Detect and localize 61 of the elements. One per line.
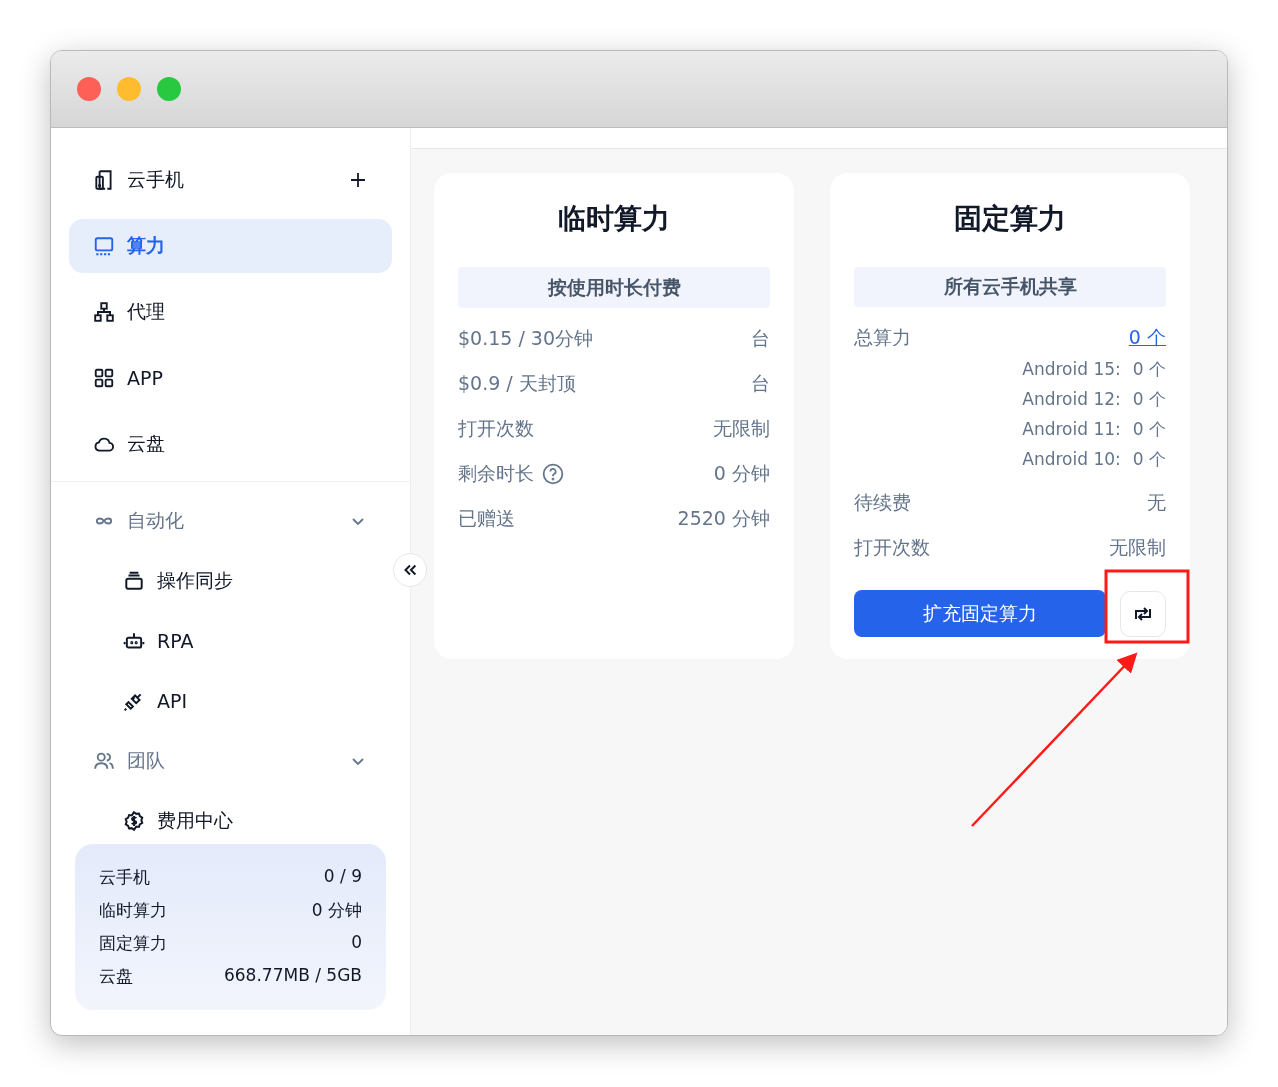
row-value: 0 分钟 (713, 460, 770, 486)
sidebar-item[interactable]: 算力 (69, 219, 392, 273)
count-link[interactable]: 0 个 (1128, 324, 1166, 351)
robot-icon (123, 630, 145, 652)
network-icon (93, 301, 115, 323)
dollar-badge-icon (123, 810, 145, 832)
card-banner: 按使用时长付费 (458, 267, 770, 308)
version-count: 0 个 (1132, 447, 1166, 471)
usage-value: 0 (351, 932, 362, 954)
row-value: 无限制 (713, 415, 770, 441)
sidebar-item[interactable]: 操作同步 (69, 554, 392, 608)
row-value: 台 (751, 325, 770, 351)
row-label: 待续费 (854, 489, 911, 515)
usage-label: 云手机 (99, 866, 150, 889)
help-icon[interactable] (542, 462, 564, 485)
version-count: 0 个 (1132, 357, 1166, 381)
row-label: $0.15 / 30分钟 (458, 325, 594, 351)
users-icon (93, 750, 115, 772)
row-value: 2520 分钟 (677, 505, 770, 531)
add-icon[interactable] (348, 170, 368, 190)
card-title: 固定算力 (953, 201, 1067, 237)
version-count: 0 个 (1132, 387, 1166, 411)
row-label: 打开次数 (458, 415, 534, 441)
sidebar-group[interactable]: 自动化 (69, 494, 392, 548)
usage-value: 668.77MB / 5GB (224, 965, 362, 987)
card-banner: 所有云手机共享 (854, 267, 1166, 307)
row-label: 已赠送 (458, 505, 515, 531)
usage-label: 云盘 (99, 965, 133, 988)
row-value: 无 (1147, 489, 1166, 515)
usage-value: 0 / 9 (323, 866, 362, 888)
row-label: $0.9 / 天封顶 (458, 370, 576, 396)
layers-icon (123, 570, 145, 592)
usage-label: 固定算力 (99, 932, 167, 955)
sidebar-item[interactable]: RPA (69, 614, 392, 668)
row-label: 打开次数 (854, 534, 930, 560)
version-label: Android 11: (1022, 419, 1121, 439)
expand-button[interactable]: 扩充固定算力 (854, 590, 1106, 637)
refresh-button[interactable] (1120, 590, 1166, 637)
sidebar-item[interactable]: 云盘 (69, 417, 392, 471)
sidebar-group[interactable]: 团队 (69, 734, 392, 788)
version-count: 0 个 (1132, 417, 1166, 441)
grid-icon (93, 367, 115, 389)
collapse-button[interactable] (393, 553, 427, 587)
row-label: 剩余时长 (458, 460, 534, 486)
version-label: Android 15: (1022, 359, 1121, 379)
version-label: Android 12: (1022, 389, 1121, 409)
row-label: 总算力 (854, 324, 911, 350)
monitor-icon (93, 235, 115, 257)
sidebar-item[interactable]: 代理 (69, 285, 392, 339)
usage-label: 临时算力 (99, 899, 167, 922)
row-value: 无限制 (1109, 534, 1166, 560)
phone-icon (93, 169, 115, 191)
usage-value: 0 分钟 (311, 899, 362, 922)
row-value: 台 (751, 370, 770, 396)
sidebar-item[interactable]: APP (69, 351, 392, 405)
sidebar-item[interactable]: 云手机 (69, 153, 392, 207)
version-label: Android 10: (1022, 449, 1121, 469)
card-title: 临时算力 (557, 201, 671, 237)
sidebar-item[interactable]: 费用中心 (69, 794, 392, 848)
close-button[interactable] (77, 77, 101, 101)
sidebar-item[interactable]: API (69, 674, 392, 728)
